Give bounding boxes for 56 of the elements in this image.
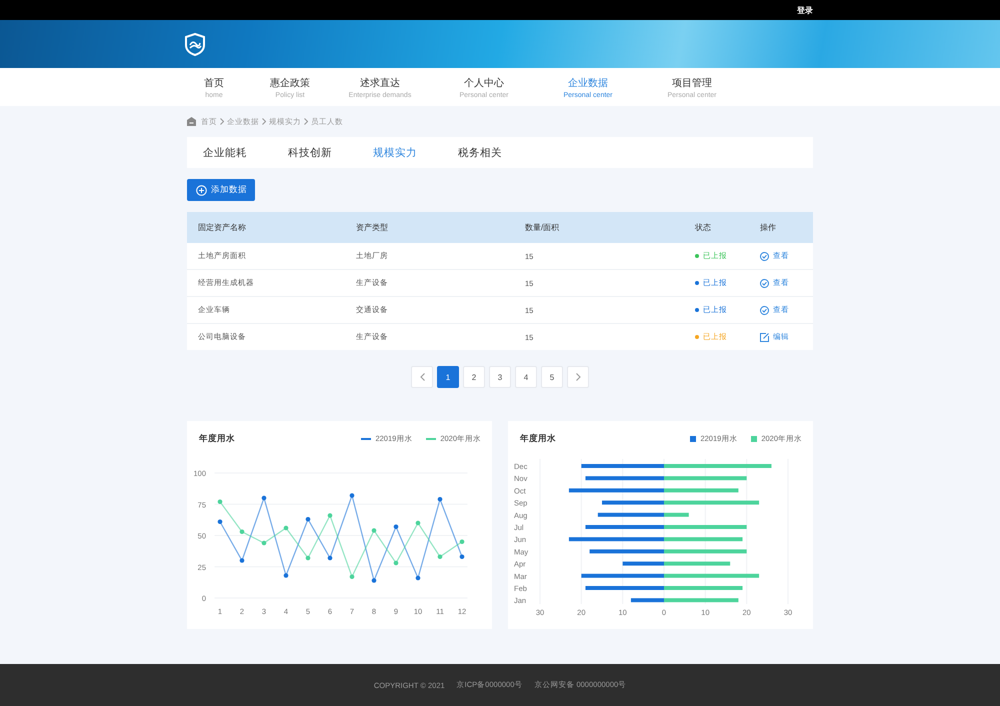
login-link[interactable]: 登录 [797, 4, 813, 16]
tab[interactable]: 税务相关 [458, 146, 502, 160]
data-point [328, 556, 332, 560]
data-point [372, 578, 376, 583]
column-header: 操作 [760, 222, 777, 233]
home-icon [187, 117, 196, 126]
data-point [372, 528, 376, 533]
data-point [460, 554, 464, 560]
tab[interactable]: 规模实力 [373, 146, 417, 160]
chevron-right-icon [262, 118, 266, 125]
chart-title: 年度用水 [199, 433, 236, 445]
data-point [306, 516, 310, 522]
page-button[interactable]: 5 [541, 366, 563, 388]
data-point [284, 526, 288, 530]
tab[interactable]: 企业能耗 [203, 146, 247, 160]
data-point [328, 513, 332, 518]
data-point [394, 524, 398, 530]
plus-circle-icon [196, 184, 207, 196]
data-point [438, 496, 442, 502]
data-point [218, 499, 222, 504]
chart-title: 年度用水 [520, 433, 557, 445]
data-point [218, 519, 222, 524]
data-point [240, 558, 244, 563]
data-point [460, 539, 464, 544]
chevron-left-icon [420, 373, 424, 381]
column-header: 数量/面积 [525, 222, 560, 233]
data-point [262, 540, 266, 546]
page-button[interactable]: 2 [463, 366, 485, 388]
data-point [416, 520, 420, 526]
chevron-right-icon [576, 373, 580, 381]
check-circle-icon [760, 306, 769, 314]
add-data-button[interactable]: 添加数据 [187, 179, 255, 201]
data-point [350, 574, 354, 580]
column-header: 固定资产名称 [198, 222, 247, 233]
page-button[interactable]: 3 [489, 366, 511, 388]
shield-logo-icon [185, 32, 205, 56]
edit-icon [760, 332, 769, 342]
next-page-button[interactable] [567, 366, 589, 388]
data-point [240, 529, 244, 534]
page-button[interactable]: 4 [515, 366, 537, 388]
data-point [262, 496, 266, 500]
page-button[interactable]: 1 [437, 366, 459, 388]
tab[interactable]: 科技创新 [288, 146, 332, 160]
chevron-right-icon [220, 118, 224, 125]
data-point [284, 573, 288, 578]
check-circle-icon [760, 252, 769, 260]
previous-page-button[interactable] [411, 366, 433, 388]
data-point [306, 556, 310, 560]
column-header: 资产类型 [356, 222, 389, 233]
check-circle-icon [760, 278, 769, 288]
column-header: 状态 [695, 222, 712, 233]
data-point [416, 576, 420, 580]
data-point [438, 554, 442, 560]
data-point [350, 493, 354, 498]
data-point [394, 560, 398, 566]
chevron-right-icon [304, 118, 308, 125]
